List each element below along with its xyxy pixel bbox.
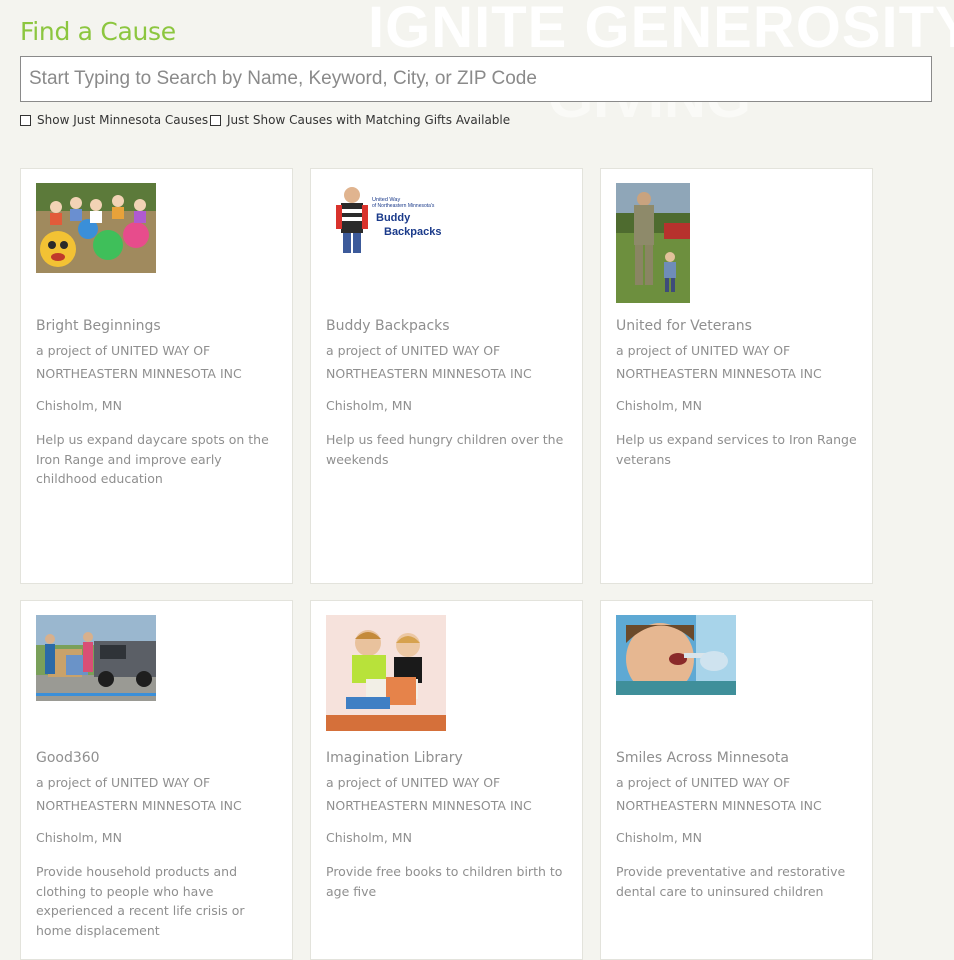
cause-location: Chisholm, MN xyxy=(326,398,412,413)
cause-description: Provide household products and clothing … xyxy=(36,864,245,938)
cause-name[interactable]: Good360 xyxy=(36,749,278,767)
page-title: Find a Cause xyxy=(20,17,176,46)
cause-card[interactable]: Bright Beginnings a project of UNITED WA… xyxy=(20,168,293,584)
cause-image-bright-beginnings[interactable] xyxy=(36,183,156,273)
cause-location: Chisholm, MN xyxy=(326,830,412,845)
cause-name[interactable]: Buddy Backpacks xyxy=(326,317,568,335)
cause-description: Provide preventative and restorative den… xyxy=(616,864,846,899)
cause-name[interactable]: Bright Beginnings xyxy=(36,317,278,335)
cause-organization: a project of UNITED WAY OF NORTHEASTERN … xyxy=(616,343,822,381)
cause-card[interactable]: Imagination Library a project of UNITED … xyxy=(310,600,583,960)
cause-location: Chisholm, MN xyxy=(36,830,122,845)
cause-image-smiles-across-minnesota[interactable] xyxy=(616,615,736,695)
cause-location: Chisholm, MN xyxy=(616,398,702,413)
buddy-logo-line4: Backpacks xyxy=(384,226,442,238)
cause-organization: a project of UNITED WAY OF NORTHEASTERN … xyxy=(616,775,822,813)
cause-description: Provide free books to children birth to … xyxy=(326,864,563,899)
cause-name[interactable]: Imagination Library xyxy=(326,749,568,767)
cause-image-united-for-veterans[interactable] xyxy=(616,183,690,303)
cause-image-good360[interactable] xyxy=(36,615,156,701)
background-banner-text: IGNITE GENEROSITY xyxy=(368,0,954,60)
cause-description: Help us feed hungry children over the we… xyxy=(326,432,564,467)
filter-matching-label: Just Show Causes with Matching Gifts Ava… xyxy=(227,113,511,127)
cause-name[interactable]: Smiles Across Minnesota xyxy=(616,749,858,767)
cause-image-buddy-backpacks[interactable]: United Way of Northeastern Minnesota's B… xyxy=(326,183,446,257)
cause-location: Chisholm, MN xyxy=(616,830,702,845)
cause-card[interactable]: United Way of Northeastern Minnesota's B… xyxy=(310,168,583,584)
cause-description: Help us expand daycare spots on the Iron… xyxy=(36,432,269,486)
cause-name[interactable]: United for Veterans xyxy=(616,317,858,335)
cause-location: Chisholm, MN xyxy=(36,398,122,413)
buddy-logo-line3: Buddy xyxy=(376,212,411,224)
minnesota-checkbox[interactable] xyxy=(20,114,31,126)
cause-description: Help us expand services to Iron Range ve… xyxy=(616,432,857,467)
cause-card[interactable]: United for Veterans a project of UNITED … xyxy=(600,168,873,584)
cause-organization: a project of UNITED WAY OF NORTHEASTERN … xyxy=(326,343,532,381)
cause-organization: a project of UNITED WAY OF NORTHEASTERN … xyxy=(36,343,242,381)
cause-organization: a project of UNITED WAY OF NORTHEASTERN … xyxy=(326,775,532,813)
filter-minnesota-label: Show Just Minnesota Causes xyxy=(37,113,209,127)
buddy-logo-line2: of Northeastern Minnesota's xyxy=(372,203,435,209)
filter-matching-gifts[interactable]: Just Show Causes with Matching Gifts Ava… xyxy=(210,113,510,127)
filter-minnesota[interactable]: Show Just Minnesota Causes xyxy=(20,113,208,127)
cause-card[interactable]: Smiles Across Minnesota a project of UNI… xyxy=(600,600,873,960)
matching-gifts-checkbox[interactable] xyxy=(210,114,221,126)
search-input[interactable] xyxy=(20,56,932,102)
cause-organization: a project of UNITED WAY OF NORTHEASTERN … xyxy=(36,775,242,813)
cause-card[interactable]: Good360 a project of UNITED WAY OF NORTH… xyxy=(20,600,293,960)
cause-image-imagination-library[interactable] xyxy=(326,615,446,731)
